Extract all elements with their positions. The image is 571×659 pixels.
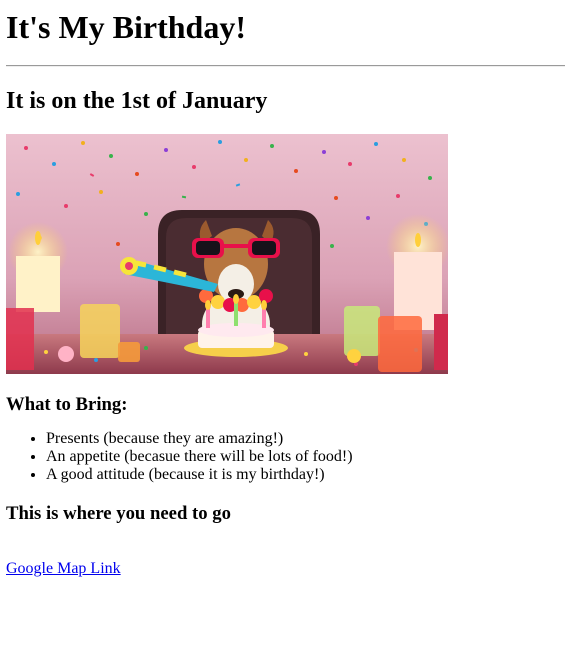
birthday-dog-image (6, 134, 448, 374)
location-heading: This is where you need to go (6, 503, 231, 524)
list-item: A good attitude (because it is my birthd… (46, 466, 565, 484)
list-item: An appetite (becasue there will be lots … (46, 448, 565, 466)
bring-heading: What to Bring: (6, 394, 128, 415)
page-subtitle: It is on the 1st of January (6, 88, 268, 114)
list-item: Presents (because they are amazing!) (46, 430, 565, 448)
page-title: It's My Birthday! (6, 9, 246, 45)
page: It's My Birthday! It is on the 1st of Ja… (0, 0, 571, 659)
bring-list: Presents (because they are amazing!) An … (6, 430, 565, 484)
divider (6, 65, 565, 67)
google-map-link[interactable]: Google Map Link (6, 560, 121, 578)
